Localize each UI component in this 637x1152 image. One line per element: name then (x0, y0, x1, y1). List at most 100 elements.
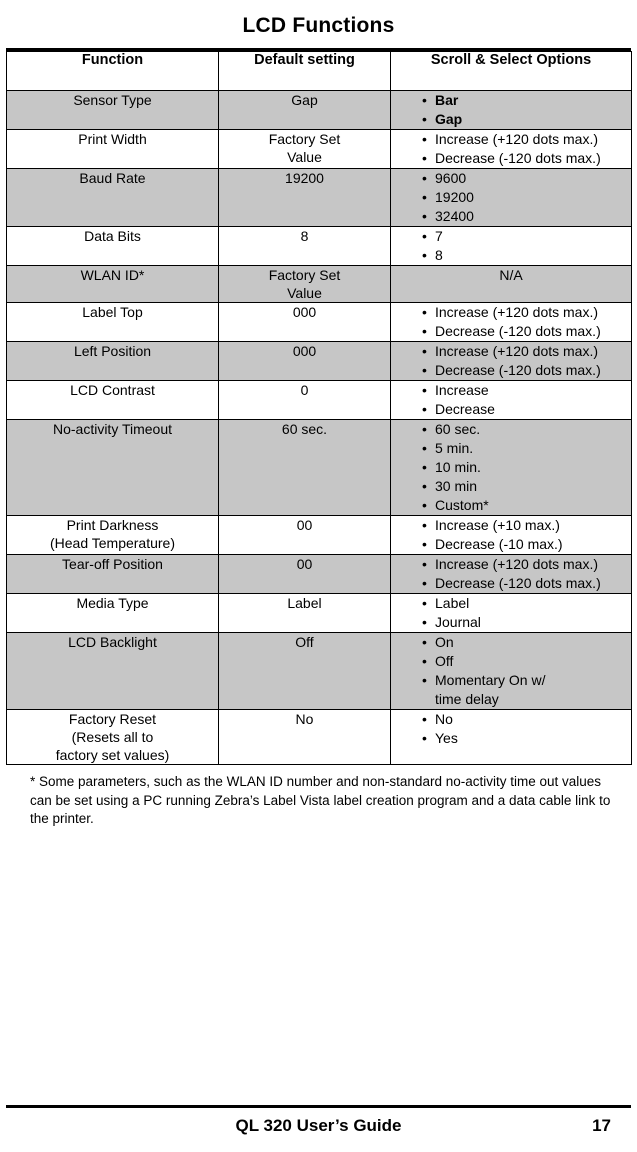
option-label: Decrease (-120 dots max.) (435, 150, 601, 166)
table-header: Function Default setting Scroll & Select… (6, 51, 632, 91)
option-item: • 9600 (391, 169, 631, 188)
option-label: Increase (+120 dots max.) (435, 304, 599, 320)
bullet-icon: • (422, 459, 427, 475)
options-list: • 60 sec. • 5 min. • 10 min. • 30 min • Custom* (391, 420, 631, 515)
cell-function: Print Darkness (Head Temperature) (6, 515, 219, 555)
option-label: 10 min. (435, 459, 481, 475)
option-item: • 5 min. (391, 439, 631, 458)
cell-default-setting: 00 (218, 515, 391, 555)
cell-scroll-select-options: • Increase (+120 dots max.) • Decrease (-12… (390, 554, 632, 594)
option-label: Custom* (435, 497, 489, 513)
option-label: No (435, 711, 453, 727)
table-row: WLAN ID* Factory Set Value N/A (6, 265, 632, 303)
cell-function: Baud Rate (6, 168, 219, 227)
table-row: Data Bits 8 • 7 • 8 (6, 226, 632, 266)
option-label: Increase (+120 dots max.) (435, 343, 599, 359)
cell-scroll-select-options: • Label • Journal (390, 593, 632, 633)
page-footer: QL 320 User’s Guide 17 (0, 1116, 637, 1142)
bullet-icon: • (422, 362, 427, 378)
option-label: 5 min. (435, 440, 474, 456)
cell-function: Label Top (6, 302, 219, 342)
option-item: • Momentary On w/ (391, 671, 631, 690)
option-label: time delay (435, 691, 499, 707)
cell-function: Factory Reset (Resets all to factory set v… (6, 709, 219, 765)
option-item: • Decrease (-120 dots max.) (391, 149, 631, 168)
option-item: • Yes (391, 729, 631, 748)
cell-default-setting: 60 sec. (218, 419, 391, 516)
cell-scroll-select-options: • Increase (+120 dots max.) • Decrease (-12… (390, 302, 632, 342)
bullet-icon: • (422, 478, 427, 494)
option-label: 30 min (435, 478, 478, 494)
table-body: Sensor Type Gap • Bar • Gap Print Width Factory… (6, 90, 632, 765)
table-row: Print Darkness (Head Temperature) 00 • Incre… (6, 515, 632, 555)
table-row: Baud Rate 19200 • 9600 • 19200 • 32400 (6, 168, 632, 227)
footnote: * Some parameters, such as the WLAN ID n… (30, 774, 611, 826)
cell-scroll-select-options: • Increase (+120 dots max.) • Decrease (-12… (390, 341, 632, 381)
bullet-icon: • (422, 131, 427, 147)
document-page: LCD Functions Function Default setting S… (0, 0, 637, 1152)
option-item: • 7 (391, 227, 631, 246)
option-label: Bar (435, 92, 459, 108)
option-item: • Gap (391, 110, 631, 129)
cell-scroll-select-options: • Bar • Gap (390, 90, 632, 130)
cell-scroll-select-options: • 7 • 8 (390, 226, 632, 266)
bullet-icon: • (422, 575, 427, 591)
bullet-icon: • (422, 536, 427, 552)
bullet-icon: • (422, 595, 427, 611)
bullet-icon: • (422, 440, 427, 456)
option-label: Increase (435, 382, 489, 398)
options-list: • Increase (+120 dots max.) • Decrease (-12… (391, 303, 631, 341)
cell-default-setting: Label (218, 593, 391, 633)
cell-scroll-select-options: • Increase (+10 max.) • Decrease (-10 max.) (390, 515, 632, 555)
page-title: LCD Functions (242, 14, 395, 37)
option-label: Decrease (-10 max.) (435, 536, 563, 552)
option-item: time delay (391, 690, 631, 709)
option-item: • Increase (+10 max.) (391, 516, 631, 535)
option-label: 9600 (435, 170, 467, 186)
option-label: Momentary On w/ (435, 672, 546, 688)
option-item: • Decrease (-10 max.) (391, 535, 631, 554)
option-item: • On (391, 633, 631, 652)
table-row: Sensor Type Gap • Bar • Gap (6, 90, 632, 130)
option-item: • Decrease (-120 dots max.) (391, 361, 631, 380)
bullet-icon: • (422, 228, 427, 244)
option-item: • Custom* (391, 496, 631, 515)
cell-function: No-activity Timeout (6, 419, 219, 516)
cell-scroll-select-options: • On • Off • Momentary On w/time delay (390, 632, 632, 710)
options-list: • Label • Journal (391, 594, 631, 632)
option-item: • 10 min. (391, 458, 631, 477)
bottom-rule (6, 1105, 631, 1108)
cell-default-setting: Factory Set Value (218, 129, 391, 169)
options-list: • No • Yes (391, 710, 631, 748)
cell-default-setting: Gap (218, 90, 391, 130)
option-item: • Increase (+120 dots max.) (391, 303, 631, 322)
option-item: • Decrease (-120 dots max.) (391, 322, 631, 341)
option-label: Decrease (-120 dots max.) (435, 323, 601, 339)
option-label: Decrease (435, 401, 495, 417)
cell-default-setting: Factory Set Value (218, 265, 391, 303)
cell-function: Tear-off Position (6, 554, 219, 594)
column-header-scroll-select-options: Scroll & Select Options (390, 51, 632, 91)
table-header-row: Function Default setting Scroll & Select… (6, 51, 632, 91)
option-label: 19200 (435, 189, 474, 205)
table-row: Tear-off Position 00 • Increase (+120 dots … (6, 554, 632, 594)
option-item: • 30 min (391, 477, 631, 496)
bullet-icon: • (422, 247, 427, 263)
bullet-icon: • (422, 208, 427, 224)
option-item: • 19200 (391, 188, 631, 207)
bullet-icon: • (422, 711, 427, 727)
cell-function: Sensor Type (6, 90, 219, 130)
option-item: • Journal (391, 613, 631, 632)
bullet-icon: • (422, 189, 427, 205)
option-label: Increase (+10 max.) (435, 517, 560, 533)
option-item: • 8 (391, 246, 631, 265)
cell-default-setting: 00 (218, 554, 391, 594)
option-label: Increase (+120 dots max.) (435, 556, 599, 572)
option-label: Gap (435, 111, 463, 127)
option-item: • Increase (+120 dots max.) (391, 555, 631, 574)
option-item: • Increase (391, 381, 631, 400)
cell-scroll-select-options: N/A (390, 265, 632, 303)
column-header-function: Function (6, 51, 219, 91)
option-label: Journal (435, 614, 481, 630)
bullet-icon: • (422, 634, 427, 650)
